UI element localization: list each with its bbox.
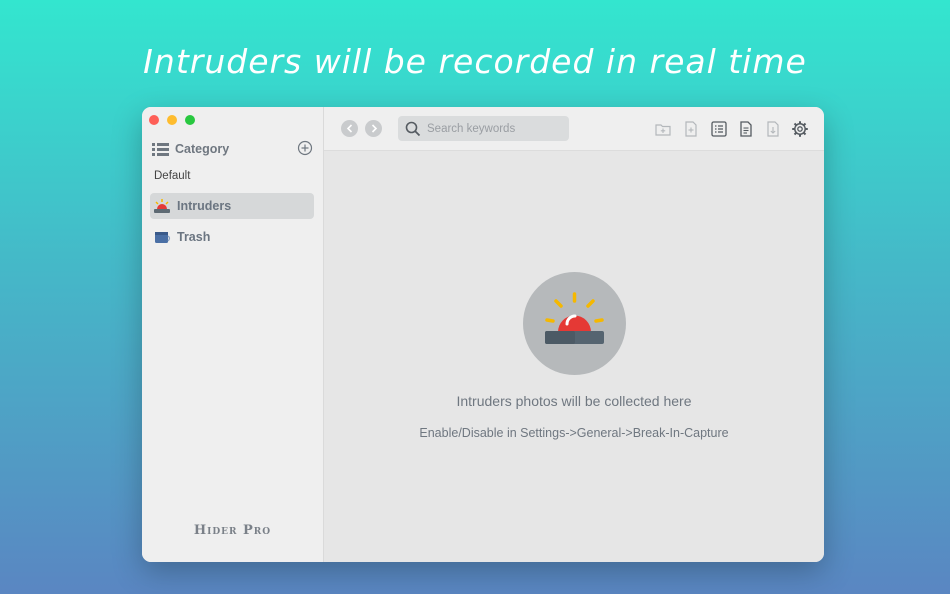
add-category-icon[interactable] [297,140,313,156]
window-controls [149,115,195,125]
sidebar: Category Default Intruders Trash Hider P… [142,107,324,562]
list-icon[interactable] [710,120,728,138]
new-file-icon[interactable] [682,120,700,138]
new-folder-icon[interactable] [654,120,672,138]
sidebar-item-intruders[interactable]: Intruders [150,193,314,219]
search-icon [405,121,421,136]
close-window-button[interactable] [149,115,159,125]
empty-state-illustration [523,272,626,375]
content-area: Intruders photos will be collected here … [324,151,824,562]
app-window: Category Default Intruders Trash Hider P… [142,107,824,562]
section-label-default: Default [154,170,191,182]
zoom-window-button[interactable] [185,115,195,125]
category-list-icon [152,142,169,156]
toolbar [324,107,824,151]
import-icon[interactable] [764,120,782,138]
trash-icon [155,232,171,243]
gear-icon[interactable] [791,120,809,138]
forward-button[interactable] [365,120,382,137]
search-box[interactable] [398,116,569,141]
alarm-icon [154,199,170,213]
sidebar-item-label: Trash [177,230,211,244]
back-icon [346,124,352,133]
category-title: Category [175,142,230,156]
back-button[interactable] [341,120,358,137]
forward-icon [371,124,377,133]
brand-logo: Hider Pro [193,523,272,538]
note-icon[interactable] [737,120,755,138]
category-header: Category [152,140,313,158]
headline: Intruders will be recorded in real time [143,42,807,81]
empty-state-subtitle: Enable/Disable in Settings->General->Bre… [419,426,729,440]
sidebar-item-trash[interactable]: Trash [150,224,314,250]
search-input[interactable] [425,121,564,136]
minimize-window-button[interactable] [167,115,177,125]
empty-state-title: Intruders photos will be collected here [456,393,692,409]
sidebar-item-label: Intruders [177,199,232,213]
alarm-icon [545,292,604,344]
